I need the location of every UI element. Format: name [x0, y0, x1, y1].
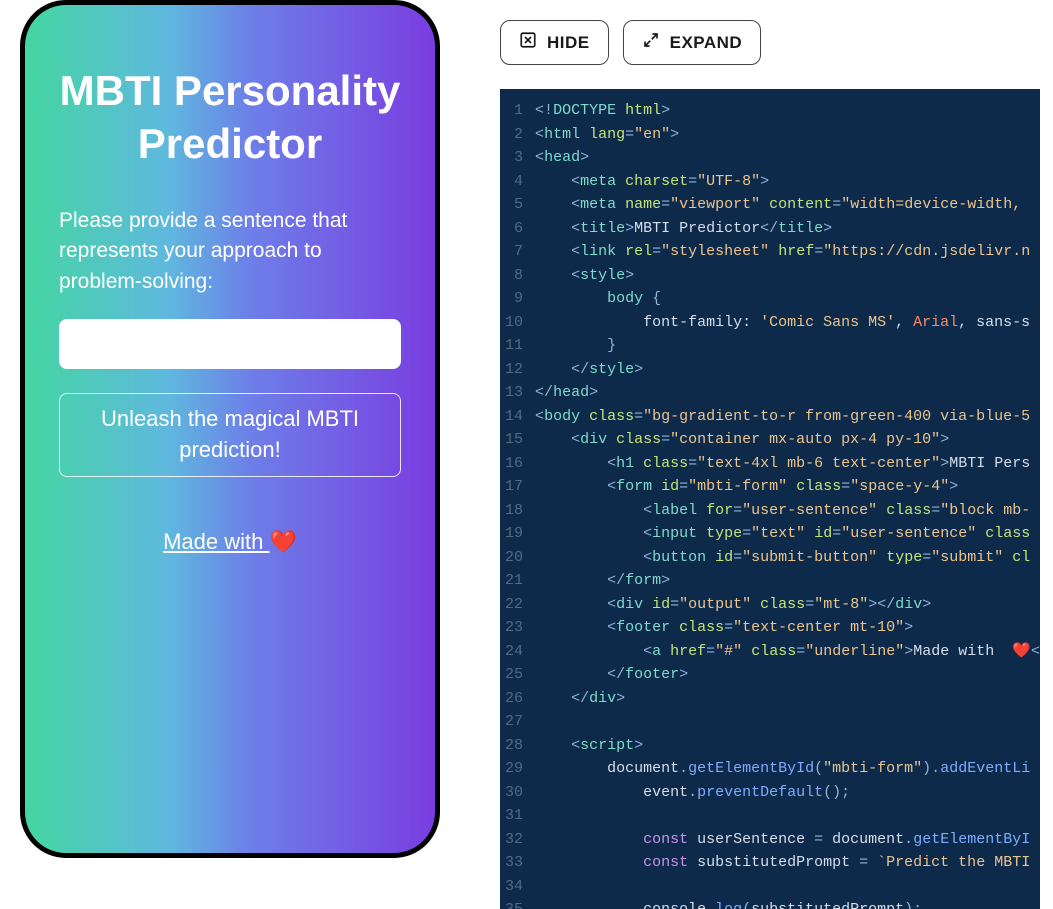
line-number: 1: [500, 99, 523, 123]
submit-button[interactable]: Unleash the magical MBTI prediction!: [59, 393, 401, 477]
code-line[interactable]: font-family: 'Comic Sans MS', Arial, san…: [535, 311, 1040, 335]
code-line[interactable]: event.preventDefault();: [535, 781, 1040, 805]
expand-button[interactable]: EXPAND: [623, 20, 762, 65]
line-number: 24: [500, 640, 523, 664]
code-line[interactable]: <div id="output" class="mt-8"></div>: [535, 593, 1040, 617]
line-number: 4: [500, 170, 523, 194]
code-line[interactable]: <script>: [535, 734, 1040, 758]
line-number: 7: [500, 240, 523, 264]
line-number: 29: [500, 757, 523, 781]
line-number: 9: [500, 287, 523, 311]
code-line[interactable]: <div class="container mx-auto px-4 py-10…: [535, 428, 1040, 452]
code-line[interactable]: body {: [535, 287, 1040, 311]
line-number: 8: [500, 264, 523, 288]
code-line[interactable]: }: [535, 334, 1040, 358]
code-line[interactable]: <link rel="stylesheet" href="https://cdn…: [535, 240, 1040, 264]
footer-text: Made with: [163, 529, 269, 554]
code-line[interactable]: </head>: [535, 381, 1040, 405]
line-number: 35: [500, 898, 523, 909]
hide-label: HIDE: [547, 33, 590, 53]
code-line[interactable]: </style>: [535, 358, 1040, 382]
preview-screen: MBTI Personality Predictor Please provid…: [20, 0, 440, 858]
line-number: 26: [500, 687, 523, 711]
code-line[interactable]: </form>: [535, 569, 1040, 593]
code-line[interactable]: <meta name="viewport" content="width=dev…: [535, 193, 1040, 217]
line-number: 12: [500, 358, 523, 382]
code-editor[interactable]: 1234567891011121314151617181920212223242…: [500, 89, 1040, 909]
code-line[interactable]: document.getElementById("mbti-form").add…: [535, 757, 1040, 781]
code-line[interactable]: <label for="user-sentence" class="block …: [535, 499, 1040, 523]
line-number: 25: [500, 663, 523, 687]
expand-label: EXPAND: [670, 33, 743, 53]
code-line[interactable]: <!DOCTYPE html>: [535, 99, 1040, 123]
code-line[interactable]: <style>: [535, 264, 1040, 288]
code-line[interactable]: <head>: [535, 146, 1040, 170]
line-number: 32: [500, 828, 523, 852]
line-number: 3: [500, 146, 523, 170]
line-number: 19: [500, 522, 523, 546]
code-line[interactable]: const substitutedPrompt = `Predict the M…: [535, 851, 1040, 875]
hide-button[interactable]: HIDE: [500, 20, 609, 65]
code-line[interactable]: console.log(substitutedPrompt);: [535, 898, 1040, 909]
code-line[interactable]: <title>MBTI Predictor</title>: [535, 217, 1040, 241]
line-number: 17: [500, 475, 523, 499]
code-line[interactable]: [535, 875, 1040, 899]
line-number: 20: [500, 546, 523, 570]
code-line[interactable]: [535, 710, 1040, 734]
line-number: 2: [500, 123, 523, 147]
line-number: 15: [500, 428, 523, 452]
sentence-input[interactable]: [59, 319, 401, 369]
line-number-gutter: 1234567891011121314151617181920212223242…: [500, 89, 529, 909]
prompt-label: Please provide a sentence that represent…: [59, 206, 401, 297]
code-line[interactable]: </footer>: [535, 663, 1040, 687]
toolbar: HIDE EXPAND: [500, 20, 1053, 65]
code-line[interactable]: <a href="#" class="underline">Made with …: [535, 640, 1040, 664]
line-number: 23: [500, 616, 523, 640]
code-line[interactable]: const userSentence = document.getElement…: [535, 828, 1040, 852]
code-line[interactable]: <h1 class="text-4xl mb-6 text-center">MB…: [535, 452, 1040, 476]
line-number: 21: [500, 569, 523, 593]
line-number: 22: [500, 593, 523, 617]
code-line[interactable]: <footer class="text-center mt-10">: [535, 616, 1040, 640]
app-title: MBTI Personality Predictor: [59, 65, 401, 170]
line-number: 34: [500, 875, 523, 899]
code-content[interactable]: <!DOCTYPE html><html lang="en"><head> <m…: [529, 89, 1040, 909]
line-number: 13: [500, 381, 523, 405]
line-number: 6: [500, 217, 523, 241]
line-number: 31: [500, 804, 523, 828]
line-number: 10: [500, 311, 523, 335]
heart-icon: ❤️: [269, 529, 296, 555]
line-number: 14: [500, 405, 523, 429]
code-line[interactable]: </div>: [535, 687, 1040, 711]
line-number: 18: [500, 499, 523, 523]
line-number: 27: [500, 710, 523, 734]
made-with-link[interactable]: Made with ❤️: [59, 529, 401, 555]
code-line[interactable]: <meta charset="UTF-8">: [535, 170, 1040, 194]
line-number: 11: [500, 334, 523, 358]
line-number: 5: [500, 193, 523, 217]
code-line[interactable]: <input type="text" id="user-sentence" cl…: [535, 522, 1040, 546]
code-line[interactable]: <button id="submit-button" type="submit"…: [535, 546, 1040, 570]
line-number: 28: [500, 734, 523, 758]
line-number: 33: [500, 851, 523, 875]
code-line[interactable]: <form id="mbti-form" class="space-y-4">: [535, 475, 1040, 499]
expand-icon: [642, 31, 660, 54]
line-number: 30: [500, 781, 523, 805]
preview-device-frame: MBTI Personality Predictor Please provid…: [20, 0, 450, 870]
line-number: 16: [500, 452, 523, 476]
code-line[interactable]: <body class="bg-gradient-to-r from-green…: [535, 405, 1040, 429]
code-line[interactable]: [535, 804, 1040, 828]
close-square-icon: [519, 31, 537, 54]
code-line[interactable]: <html lang="en">: [535, 123, 1040, 147]
